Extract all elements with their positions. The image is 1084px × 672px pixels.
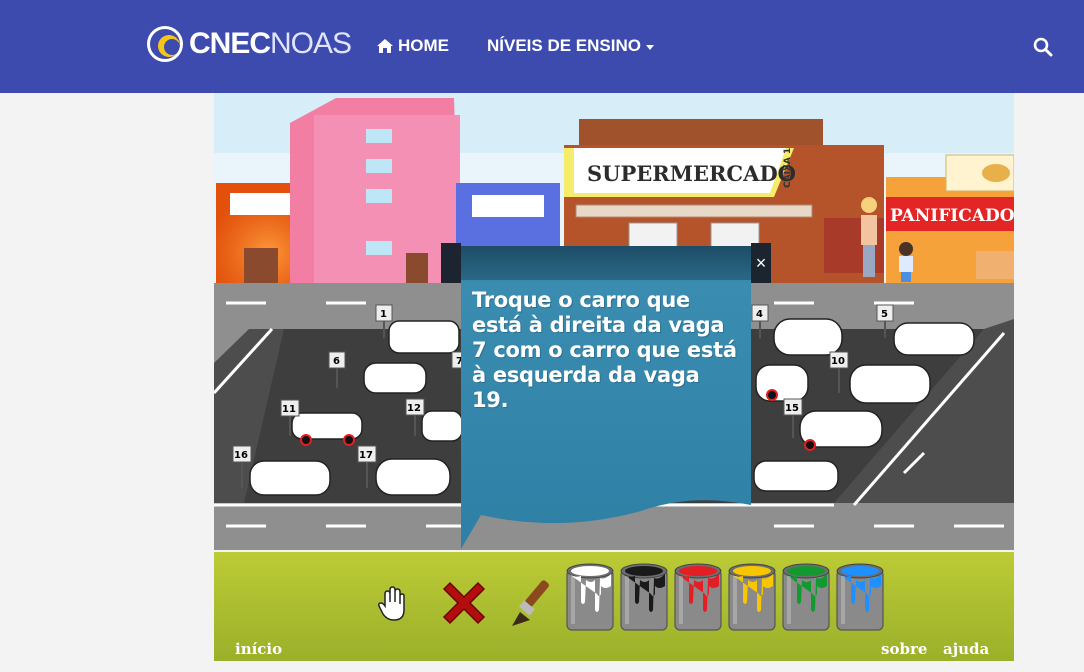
- paint-can-black[interactable]: [619, 562, 669, 634]
- about-link[interactable]: sobre: [881, 640, 927, 658]
- nav-home-label: HOME: [398, 36, 449, 55]
- paint-can-yellow[interactable]: [727, 562, 777, 634]
- nav-home-link[interactable]: HOME: [376, 36, 449, 56]
- checkout-sign: CAIXA 1: [783, 148, 793, 188]
- start-link[interactable]: início: [235, 640, 282, 658]
- game-toolbar: início sobre ajuda: [214, 552, 1014, 661]
- close-button[interactable]: ×: [751, 243, 771, 283]
- bakery-sign: PANIFICADORA: [890, 206, 1014, 226]
- spot-label: 12: [407, 403, 421, 414]
- spot-label: 5: [881, 309, 888, 320]
- search-icon[interactable]: [1033, 37, 1053, 57]
- logo-text: CNECNOAS: [189, 27, 352, 60]
- nav-levels-label: NÍVEIS DE ENSINO: [487, 36, 641, 55]
- paint-can-white[interactable]: [565, 562, 615, 634]
- spot-label: 17: [359, 450, 373, 461]
- boy-figure: [899, 242, 913, 282]
- hand-icon[interactable]: [377, 586, 407, 622]
- paintbrush-icon[interactable]: [508, 574, 562, 632]
- supermarket-sign: SUPERMERCADO: [587, 161, 796, 186]
- spot-label: 11: [282, 404, 296, 415]
- instruction-modal: Troque o carro que está à direita da vag…: [441, 243, 771, 553]
- close-icon: ×: [755, 252, 767, 273]
- delete-x-icon[interactable]: [438, 577, 490, 629]
- help-link[interactable]: ajuda: [943, 640, 989, 658]
- pink-building: [290, 98, 460, 283]
- top-navbar: CNECNOAS HOME NÍVEIS DE ENSINO: [0, 0, 1084, 93]
- spot-label: 1: [380, 309, 387, 320]
- spot-label: 6: [333, 356, 340, 367]
- nav-levels-dropdown[interactable]: NÍVEIS DE ENSINO: [487, 36, 654, 56]
- spot-label: 15: [785, 403, 799, 414]
- home-icon: [377, 39, 393, 53]
- spot-label: 10: [831, 356, 845, 367]
- cnec-noas-logo[interactable]: CNECNOAS: [147, 24, 352, 64]
- paint-can-red[interactable]: [673, 562, 723, 634]
- modal-instruction-text: Troque o carro que está à direita da vag…: [472, 288, 737, 412]
- paint-can-blue[interactable]: [835, 562, 885, 634]
- caret-down-icon: [645, 44, 654, 50]
- logo-mark-icon: [147, 26, 183, 62]
- woman-figure: [861, 197, 877, 277]
- paint-can-green[interactable]: [781, 562, 831, 634]
- spot-label: 16: [234, 450, 248, 461]
